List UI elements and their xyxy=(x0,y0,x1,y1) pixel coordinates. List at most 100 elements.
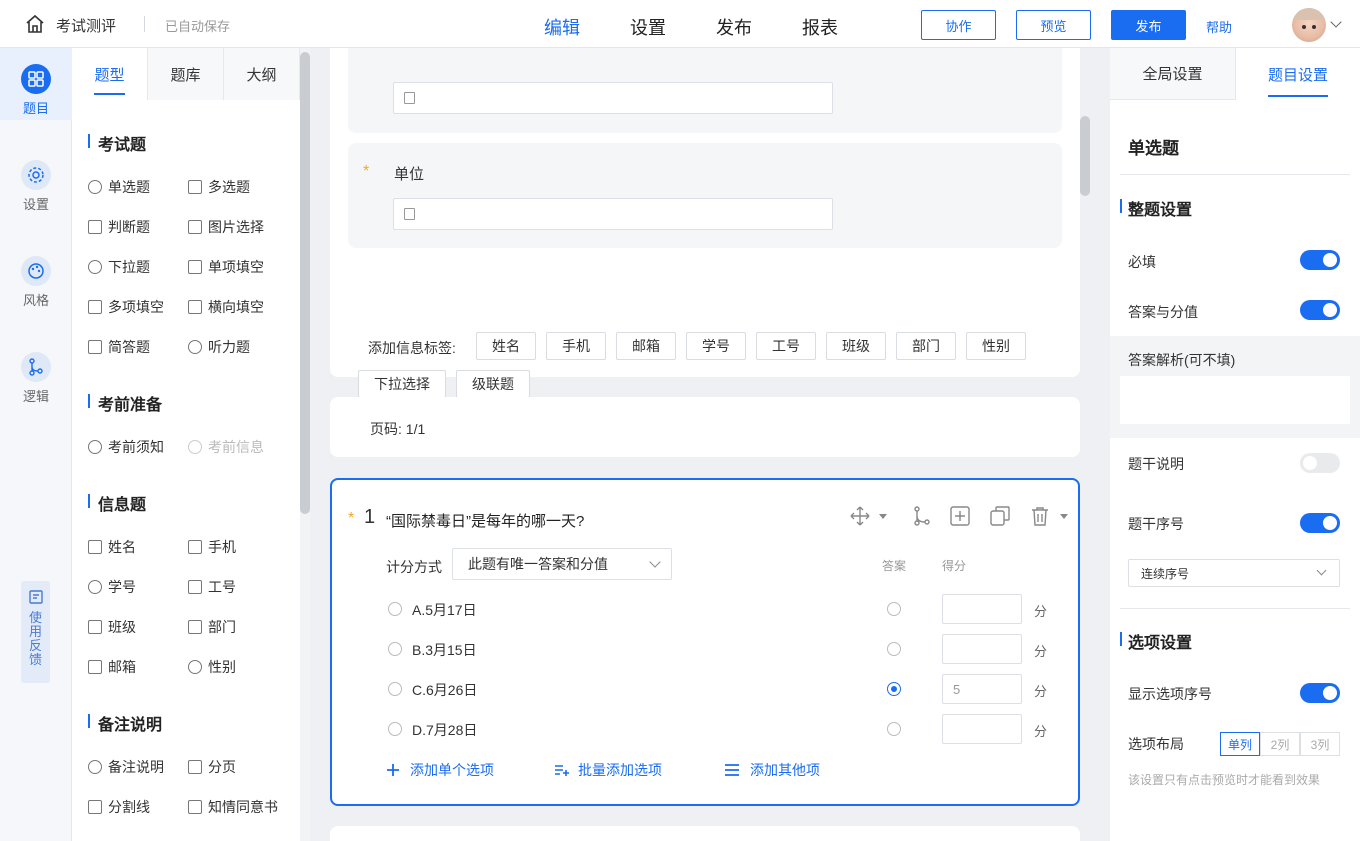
tag-email[interactable]: 邮箱 xyxy=(616,332,676,360)
tag-student-id[interactable]: 学号 xyxy=(686,332,746,360)
field-unit[interactable]: * 单位 xyxy=(348,143,1062,248)
answer-score-toggle[interactable] xyxy=(1300,300,1340,320)
headphones-icon xyxy=(188,340,202,354)
feedback-button[interactable]: 使 用 反 馈 xyxy=(21,581,50,683)
type-listening[interactable]: 听力题 xyxy=(188,337,250,357)
score-input[interactable] xyxy=(942,714,1022,744)
tab-global-settings[interactable]: 全局设置 xyxy=(1110,48,1236,100)
tab-settings[interactable]: 设置 xyxy=(630,14,666,40)
correct-answer-radio[interactable] xyxy=(887,642,901,656)
analysis-textarea[interactable] xyxy=(1120,376,1350,424)
type-single-choice[interactable]: 单选题 xyxy=(88,177,150,197)
type-student-id[interactable]: 学号 xyxy=(88,577,136,597)
score-input[interactable]: 5 xyxy=(942,674,1022,704)
layout-single-column[interactable]: 单列 xyxy=(1220,732,1260,756)
home-icon[interactable] xyxy=(24,13,46,35)
caret-down-icon[interactable] xyxy=(878,513,888,521)
type-name[interactable]: 姓名 xyxy=(88,537,136,557)
correct-answer-radio[interactable] xyxy=(887,682,901,696)
tag-dropdown[interactable]: 下拉选择 xyxy=(358,370,446,398)
show-option-number-toggle[interactable] xyxy=(1300,683,1340,703)
option-label[interactable]: B.3月15日 xyxy=(412,640,477,660)
layout-two-columns[interactable]: 2列 xyxy=(1260,732,1300,756)
number-mode-select[interactable]: 连续序号 xyxy=(1128,559,1340,587)
add-other-option[interactable]: 添加其他项 xyxy=(724,760,820,780)
scoring-select[interactable]: 此题有唯一答案和分值 xyxy=(452,548,672,580)
type-true-false[interactable]: 判断题 xyxy=(88,217,150,237)
tag-employee-id[interactable]: 工号 xyxy=(756,332,816,360)
correct-answer-radio[interactable] xyxy=(887,602,901,616)
type-page-break[interactable]: 分页 xyxy=(188,757,236,777)
type-multi-choice[interactable]: 多选题 xyxy=(188,177,250,197)
type-divider[interactable]: 分割线 xyxy=(88,797,150,817)
chevron-down-icon[interactable] xyxy=(1330,16,1342,28)
layout-three-columns[interactable]: 3列 xyxy=(1300,732,1340,756)
tag-gender[interactable]: 性别 xyxy=(966,332,1026,360)
trash-icon[interactable] xyxy=(1030,506,1050,526)
field-name[interactable]: 姓名 xyxy=(348,48,1062,133)
question-title[interactable]: “国际禁毒日”是每年的哪一天? xyxy=(386,510,584,531)
id-card-icon xyxy=(88,540,102,554)
publish-button[interactable]: 发布 xyxy=(1111,10,1186,40)
logic-icon[interactable] xyxy=(912,506,932,526)
question-card[interactable]: * 1 “国际禁毒日”是每年的哪一天? 计分方式 此题有唯一答案和分值 答案 得… xyxy=(330,478,1080,806)
tab-outline[interactable]: 大纲 xyxy=(224,48,300,100)
tab-question-settings[interactable]: 题目设置 xyxy=(1236,48,1360,100)
palette-icon xyxy=(21,256,51,286)
rail-item-style[interactable]: 风格 xyxy=(0,240,72,312)
type-short-answer[interactable]: 简答题 xyxy=(88,337,150,357)
copy-icon[interactable] xyxy=(990,506,1010,526)
score-input[interactable] xyxy=(942,634,1022,664)
tag-department[interactable]: 部门 xyxy=(896,332,956,360)
caret-down-icon[interactable] xyxy=(1059,513,1069,521)
feedback-label: 反 xyxy=(28,638,42,653)
type-department[interactable]: 部门 xyxy=(188,617,236,637)
type-single-fill[interactable]: 单项填空 xyxy=(188,257,264,277)
type-image-choice[interactable]: 图片选择 xyxy=(188,217,264,237)
move-icon[interactable] xyxy=(850,506,870,526)
tab-types[interactable]: 题型 xyxy=(72,48,148,100)
tag-name[interactable]: 姓名 xyxy=(476,332,536,360)
type-class[interactable]: 班级 xyxy=(88,617,136,637)
tag-class[interactable]: 班级 xyxy=(826,332,886,360)
type-note[interactable]: 备注说明 xyxy=(88,757,164,777)
help-link[interactable]: 帮助 xyxy=(1206,17,1232,36)
add-single-option[interactable]: 添加单个选项 xyxy=(386,760,494,780)
type-email[interactable]: 邮箱 xyxy=(88,657,136,677)
rail-item-logic[interactable]: 逻辑 xyxy=(0,336,72,408)
canvas-scrollbar[interactable] xyxy=(1080,48,1090,841)
type-exam-notice[interactable]: 考前须知 xyxy=(88,437,164,457)
type-employee-id[interactable]: 工号 xyxy=(188,577,236,597)
type-horizontal-fill[interactable]: 横向填空 xyxy=(188,297,264,317)
preview-button[interactable]: 预览 xyxy=(1016,10,1091,40)
unit-input[interactable] xyxy=(393,198,833,230)
tab-report[interactable]: 报表 xyxy=(802,14,838,40)
student-icon xyxy=(88,580,102,594)
stem-number-toggle[interactable] xyxy=(1300,513,1340,533)
required-toggle[interactable] xyxy=(1300,250,1340,270)
tag-phone[interactable]: 手机 xyxy=(546,332,606,360)
correct-answer-radio[interactable] xyxy=(887,722,901,736)
option-label[interactable]: A.5月17日 xyxy=(412,600,477,620)
option-label[interactable]: C.6月26日 xyxy=(412,680,477,700)
tab-publish[interactable]: 发布 xyxy=(716,14,752,40)
rail-item-settings[interactable]: 设置 xyxy=(0,144,72,216)
batch-add-options[interactable]: 批量添加选项 xyxy=(554,760,662,780)
type-consent[interactable]: 知情同意书 xyxy=(188,797,278,817)
add-icon[interactable] xyxy=(950,506,970,526)
score-input[interactable] xyxy=(942,594,1022,624)
option-label[interactable]: D.7月28日 xyxy=(412,720,477,740)
tab-edit[interactable]: 编辑 xyxy=(544,14,580,53)
collab-button[interactable]: 协作 xyxy=(921,10,996,40)
stem-desc-toggle[interactable] xyxy=(1300,453,1340,473)
name-input[interactable] xyxy=(393,82,833,114)
tab-bank[interactable]: 题库 xyxy=(148,48,224,100)
type-multi-fill[interactable]: 多项填空 xyxy=(88,297,164,317)
type-gender[interactable]: 性别 xyxy=(188,657,236,677)
type-phone[interactable]: 手机 xyxy=(188,537,236,557)
type-dropdown[interactable]: 下拉题 xyxy=(88,257,150,277)
tag-cascade[interactable]: 级联题 xyxy=(456,370,530,398)
left-scrollbar[interactable] xyxy=(300,48,310,841)
avatar[interactable] xyxy=(1292,8,1326,42)
rail-item-questions[interactable]: 题目 xyxy=(0,48,72,120)
